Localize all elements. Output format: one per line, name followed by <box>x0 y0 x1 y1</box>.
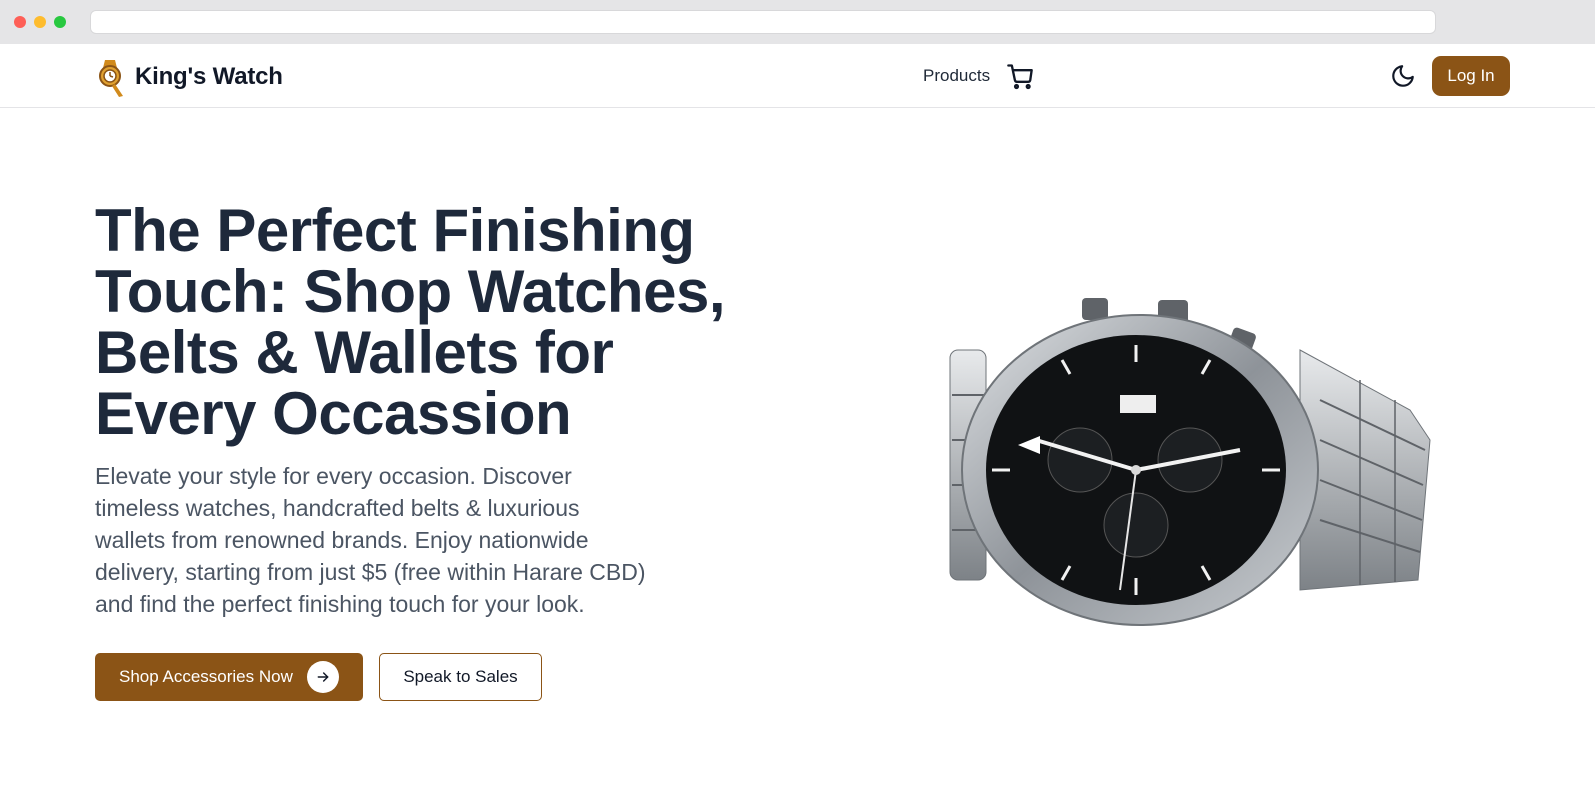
chronograph-watch-image <box>949 298 1431 626</box>
description-line: timeless watches, handcrafted belts & lu… <box>95 495 580 521</box>
browser-chrome <box>0 0 1595 44</box>
nav-products-link[interactable]: Products <box>923 66 990 86</box>
brand-name: King's Watch <box>135 63 283 90</box>
moon-icon[interactable] <box>1390 63 1416 89</box>
hero-headline: The Perfect Finishing Touch: Shop Watche… <box>95 200 795 444</box>
description-line: and find the perfect finishing touch for… <box>95 591 585 617</box>
headline-line: Every Occassion <box>95 380 572 447</box>
description-line: delivery, starting from just $5 (free wi… <box>95 559 646 585</box>
headline-line: The Perfect Finishing <box>95 197 695 264</box>
headline-line: Touch: Shop Watches, <box>95 258 726 325</box>
description-line: Elevate your style for every occasion. D… <box>95 463 572 489</box>
top-nav: King's Watch Products Log In <box>0 44 1595 108</box>
shop-accessories-button[interactable]: Shop Accessories Now <box>95 653 363 701</box>
description-line: wallets from renowned brands. Enjoy nati… <box>95 527 589 553</box>
watch-logo-icon <box>99 60 123 97</box>
speak-to-sales-button[interactable]: Speak to Sales <box>379 653 542 701</box>
brand-logo-link[interactable]: King's Watch <box>95 56 283 98</box>
headline-line: Belts & Wallets for <box>95 319 614 386</box>
hero-description: Elevate your style for every occasion. D… <box>95 460 735 620</box>
window-close-dot[interactable] <box>14 16 26 28</box>
address-bar[interactable] <box>90 10 1436 34</box>
arrow-right-icon <box>307 661 339 693</box>
cart-icon[interactable] <box>1006 62 1034 90</box>
window-minimize-dot[interactable] <box>34 16 46 28</box>
login-button[interactable]: Log In <box>1432 56 1510 96</box>
window-maximize-dot[interactable] <box>54 16 66 28</box>
shop-accessories-label: Shop Accessories Now <box>119 667 293 686</box>
